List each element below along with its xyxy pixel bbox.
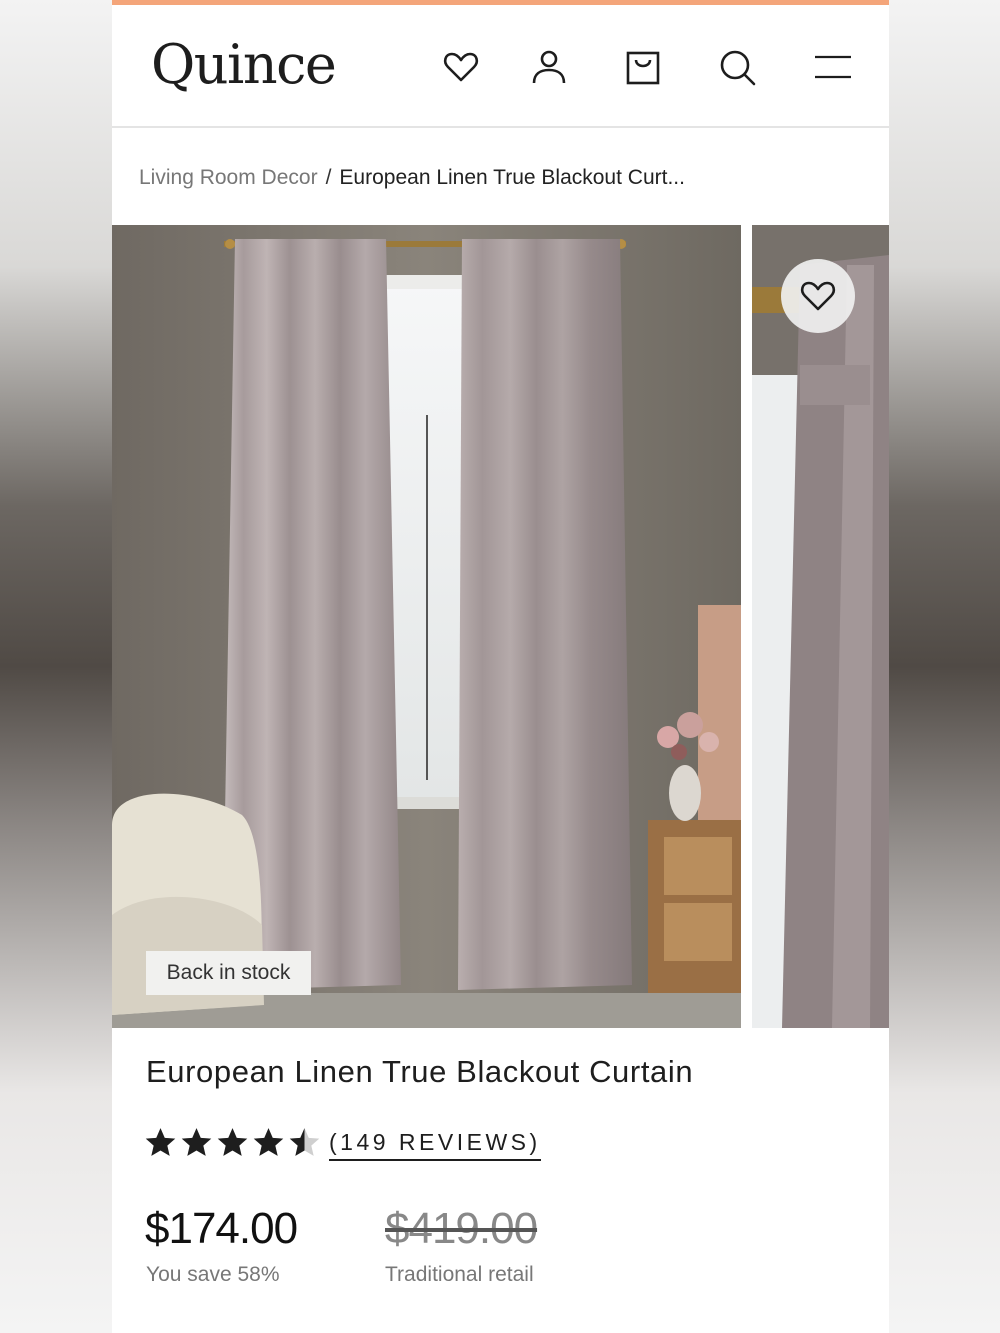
reviews-link[interactable]: (149 REVIEWS) <box>329 1128 541 1161</box>
star-icon <box>217 1127 248 1156</box>
breadcrumb: Living Room Decor / European Linen True Bl… <box>139 166 685 190</box>
site-header: Quince <box>112 5 889 128</box>
reviews-count-label[interactable]: (149 REVIEWS) <box>329 1128 541 1161</box>
account-icon[interactable] <box>527 45 571 89</box>
breadcrumb-parent-link[interactable]: Living Room Decor <box>139 166 318 189</box>
retail-price: $419.00 <box>385 1204 538 1253</box>
product-photo-next[interactable] <box>752 225 889 1028</box>
retail-price-label: Traditional retail <box>385 1263 534 1286</box>
product-title: European Linen True Blackout Curtain <box>146 1054 694 1089</box>
star-icon <box>289 1127 320 1156</box>
menu-icon[interactable] <box>811 45 855 89</box>
sale-price: $174.00 <box>145 1204 298 1253</box>
mobile-page: Quince Living Room Decor / European Linen … <box>112 0 889 1333</box>
add-to-favorites-button[interactable] <box>781 259 855 333</box>
star-icon <box>181 1127 212 1156</box>
breadcrumb-current: European Linen True Blackout Curt... <box>339 166 685 189</box>
wishlist-heart-icon[interactable] <box>439 45 483 89</box>
cart-icon[interactable] <box>621 45 665 89</box>
rating-stars <box>144 1126 321 1159</box>
star-icon <box>253 1127 284 1156</box>
brand-logo[interactable]: Quince <box>151 33 337 96</box>
breadcrumb-separator: / <box>325 166 332 189</box>
back-in-stock-badge: Back in stock <box>146 951 311 995</box>
savings-label: You save 58% <box>146 1263 280 1286</box>
product-rating: (149 REVIEWS) <box>144 1124 541 1161</box>
heart-icon <box>800 281 836 311</box>
product-photo-main[interactable]: Back in stock <box>112 225 741 1028</box>
product-image-gallery[interactable]: Back in stock <box>112 225 889 1028</box>
search-icon[interactable] <box>715 45 759 89</box>
star-icon <box>145 1127 176 1156</box>
